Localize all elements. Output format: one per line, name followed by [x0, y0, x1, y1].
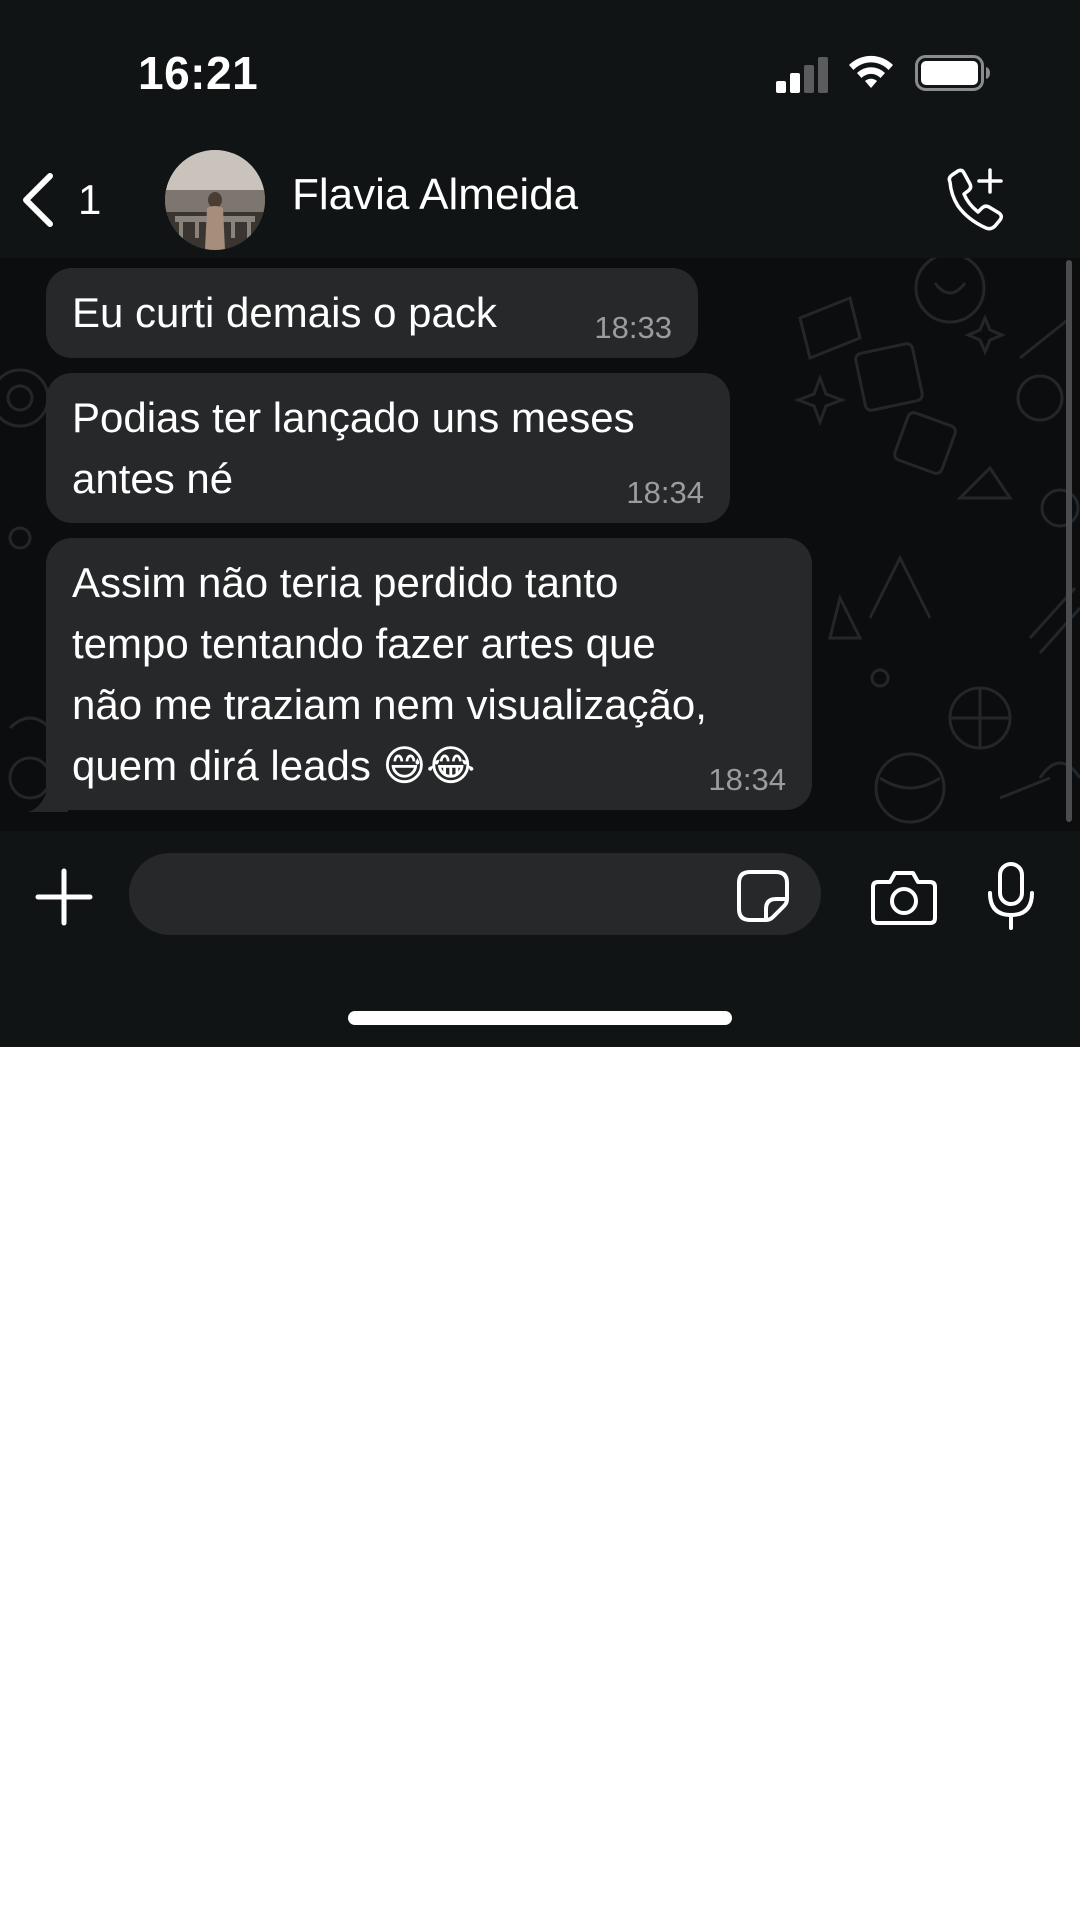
message-timestamp: 18:34	[708, 762, 786, 797]
message-bubble[interactable]: Podias ter lançado uns meses antes né 18…	[46, 373, 730, 523]
contact-avatar[interactable]	[165, 150, 265, 250]
plus-icon[interactable]	[34, 867, 94, 927]
message-text: Podias ter lançado uns meses antes né	[72, 394, 635, 502]
chat-header: 1 Flavia Almeida	[0, 140, 1080, 258]
home-indicator[interactable]	[348, 1011, 732, 1025]
back-button[interactable]: 1	[18, 170, 118, 230]
cellular-signal-icon	[776, 57, 828, 93]
sticker-icon[interactable]	[736, 869, 790, 923]
battery-icon	[915, 55, 990, 91]
message-timestamp: 18:34	[626, 475, 704, 510]
status-time: 16:21	[138, 47, 259, 99]
contact-name[interactable]: Flavia Almeida	[292, 170, 578, 220]
message-bubble[interactable]: Eu curti demais o pack 18:33	[46, 268, 698, 358]
message-timestamp: 18:33	[594, 310, 672, 345]
message-text: Assim não teria perdido tanto tempo tent…	[72, 559, 707, 789]
message-input-bar	[0, 831, 1080, 959]
message-input[interactable]	[129, 853, 821, 935]
back-chevron-icon	[23, 173, 53, 227]
home-indicator-area	[0, 959, 1080, 1047]
whatsapp-chat-screen: 16:21 1 Flavia Almeida Eu curti demais o…	[0, 0, 1080, 1047]
message-list[interactable]: Eu curti demais o pack 18:33 Podias ter …	[0, 258, 1080, 831]
scroll-indicator[interactable]	[1066, 260, 1072, 822]
message-bubble[interactable]: Assim não teria perdido tanto tempo tent…	[46, 538, 812, 810]
wifi-icon	[849, 55, 893, 88]
status-bar: 16:21	[0, 0, 1080, 140]
unread-count: 1	[78, 176, 102, 223]
message-text: Eu curti demais o pack	[72, 289, 497, 336]
avatar-photo	[165, 150, 265, 250]
microphone-icon[interactable]	[984, 861, 1038, 931]
add-call-icon[interactable]	[940, 168, 1006, 234]
camera-icon[interactable]	[870, 868, 938, 926]
